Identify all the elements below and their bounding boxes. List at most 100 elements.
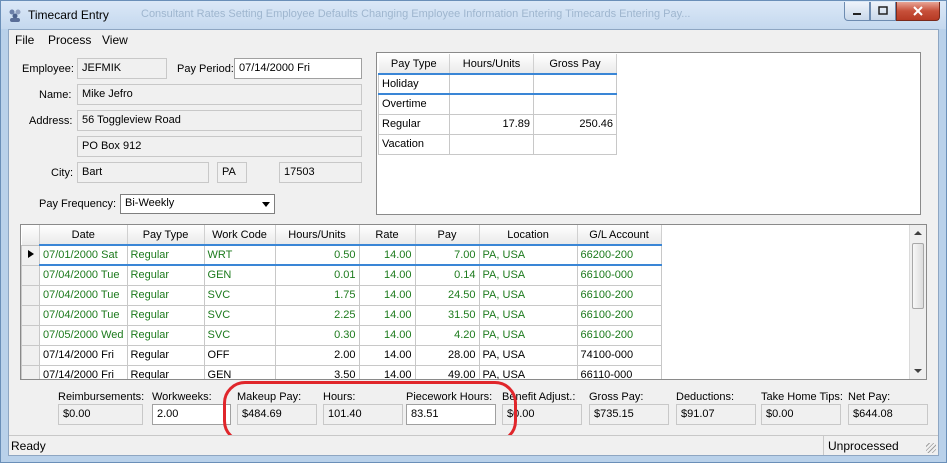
gross-pay-cell[interactable] bbox=[533, 93, 617, 115]
scrollbar-thumb[interactable] bbox=[912, 243, 924, 309]
table-row[interactable]: 07/05/2000 Wed Regular SVC 0.30 14.00 4.… bbox=[21, 324, 662, 346]
gross-pay-cell[interactable]: 250.46 bbox=[533, 113, 617, 135]
rate-cell[interactable]: 14.00 bbox=[358, 244, 416, 266]
rate-cell[interactable]: 14.00 bbox=[358, 364, 416, 379]
pay-type-cell[interactable]: Holiday bbox=[378, 73, 450, 95]
pay-type-col-header[interactable]: Pay Type bbox=[127, 225, 205, 246]
work-code-cell[interactable]: SVC bbox=[203, 284, 276, 306]
date-cell[interactable]: 07/14/2000 Fri bbox=[39, 364, 128, 379]
date-header[interactable]: Date bbox=[39, 225, 128, 246]
workweeks-field[interactable]: 2.00 bbox=[152, 404, 231, 425]
table-row[interactable]: 07/14/2000 Fri Regular OFF 2.00 14.00 28… bbox=[21, 344, 662, 366]
date-cell[interactable]: 07/04/2000 Tue bbox=[39, 264, 128, 286]
gl-account-cell[interactable]: 74100-000 bbox=[576, 344, 662, 366]
menu-file[interactable]: File bbox=[15, 33, 34, 47]
row-header[interactable] bbox=[21, 284, 40, 306]
table-row[interactable]: Vacation bbox=[378, 133, 617, 155]
menu-view[interactable]: View bbox=[102, 33, 128, 47]
hours-cell[interactable] bbox=[449, 133, 534, 155]
gross-pay-header[interactable]: Gross Pay bbox=[533, 54, 617, 75]
pay-period-field[interactable]: 07/14/2000 Fri bbox=[234, 58, 362, 79]
gl-account-header[interactable]: G/L Account bbox=[577, 225, 662, 246]
date-cell[interactable]: 07/04/2000 Tue bbox=[39, 304, 128, 326]
pay-type-header[interactable]: Pay Type bbox=[378, 54, 450, 75]
menu-process[interactable]: Process bbox=[48, 33, 91, 47]
maximize-button[interactable] bbox=[870, 2, 896, 21]
work-code-header[interactable]: Work Code bbox=[204, 225, 276, 246]
location-cell[interactable]: PA, USA bbox=[478, 364, 578, 379]
rate-cell[interactable]: 14.00 bbox=[358, 304, 416, 326]
table-row[interactable]: 07/14/2000 Fri Regular GEN 3.50 14.00 49… bbox=[21, 364, 662, 379]
gl-account-cell[interactable]: 66200-200 bbox=[576, 244, 662, 266]
timecard-vertical-scrollbar[interactable] bbox=[909, 225, 926, 379]
pay-cell[interactable]: 7.00 bbox=[414, 244, 480, 266]
pay-cell[interactable]: 49.00 bbox=[414, 364, 480, 379]
gl-account-cell[interactable]: 66110-000 bbox=[576, 364, 662, 379]
rate-cell[interactable]: 14.00 bbox=[358, 324, 416, 346]
location-cell[interactable]: PA, USA bbox=[478, 284, 578, 306]
work-code-cell[interactable]: SVC bbox=[203, 304, 276, 326]
gross-pay-cell[interactable] bbox=[533, 133, 617, 155]
hours-cell[interactable]: 0.01 bbox=[274, 264, 360, 286]
row-header[interactable] bbox=[21, 364, 40, 379]
work-code-cell[interactable]: WRT bbox=[203, 244, 276, 266]
date-cell[interactable]: 07/05/2000 Wed bbox=[39, 324, 128, 346]
location-cell[interactable]: PA, USA bbox=[478, 304, 578, 326]
scroll-down-icon[interactable] bbox=[914, 369, 922, 373]
pay-cell[interactable]: 0.14 bbox=[414, 264, 480, 286]
location-cell[interactable]: PA, USA bbox=[478, 344, 578, 366]
pay-type-cell[interactable]: Regular bbox=[126, 344, 205, 366]
table-row[interactable]: 07/04/2000 Tue Regular SVC 2.25 14.00 31… bbox=[21, 304, 662, 326]
current-row-indicator[interactable] bbox=[21, 244, 40, 266]
location-cell[interactable]: PA, USA bbox=[478, 264, 578, 286]
hours-units-header[interactable]: Hours/Units bbox=[449, 54, 534, 75]
pay-cell[interactable]: 28.00 bbox=[414, 344, 480, 366]
rate-cell[interactable]: 14.00 bbox=[358, 344, 416, 366]
gl-account-cell[interactable]: 66100-200 bbox=[576, 284, 662, 306]
pay-frequency-select[interactable]: Bi-Weekly bbox=[120, 194, 275, 214]
pay-type-cell[interactable]: Regular bbox=[126, 304, 205, 326]
pay-type-cell[interactable]: Regular bbox=[126, 284, 205, 306]
table-row[interactable]: 07/01/2000 Sat Regular WRT 0.50 14.00 7.… bbox=[21, 244, 662, 266]
hours-cell[interactable]: 0.30 bbox=[274, 324, 360, 346]
hours-cell[interactable]: 2.25 bbox=[274, 304, 360, 326]
date-cell[interactable]: 07/14/2000 Fri bbox=[39, 344, 128, 366]
pay-cell[interactable]: 4.20 bbox=[414, 324, 480, 346]
table-row[interactable]: Holiday bbox=[378, 73, 617, 95]
scroll-up-icon[interactable] bbox=[914, 231, 922, 235]
location-header[interactable]: Location bbox=[479, 225, 578, 246]
row-header[interactable] bbox=[21, 304, 40, 326]
row-header[interactable] bbox=[21, 324, 40, 346]
gl-account-cell[interactable]: 66100-000 bbox=[576, 264, 662, 286]
minimize-button[interactable] bbox=[844, 2, 870, 21]
table-row[interactable]: Regular 17.89 250.46 bbox=[378, 113, 617, 135]
location-cell[interactable]: PA, USA bbox=[478, 324, 578, 346]
hours-cell[interactable]: 0.50 bbox=[274, 244, 360, 266]
work-code-cell[interactable]: SVC bbox=[203, 324, 276, 346]
pay-type-cell[interactable]: Regular bbox=[126, 244, 205, 266]
work-code-cell[interactable]: GEN bbox=[203, 264, 276, 286]
rate-header[interactable]: Rate bbox=[359, 225, 416, 246]
pay-type-cell[interactable]: Regular bbox=[126, 324, 205, 346]
gl-account-cell[interactable]: 66100-200 bbox=[576, 324, 662, 346]
hours-cell[interactable] bbox=[449, 73, 534, 95]
pay-type-cell[interactable]: Vacation bbox=[378, 133, 450, 155]
rate-cell[interactable]: 14.00 bbox=[358, 264, 416, 286]
table-row[interactable]: 07/04/2000 Tue Regular GEN 0.01 14.00 0.… bbox=[21, 264, 662, 286]
title-bar[interactable]: Timecard Entry Consultant Rates Setting … bbox=[1, 1, 946, 29]
pay-cell[interactable]: 31.50 bbox=[414, 304, 480, 326]
pay-type-cell[interactable]: Regular bbox=[126, 364, 205, 379]
pay-type-cell[interactable]: Regular bbox=[378, 113, 450, 135]
table-row[interactable]: Overtime bbox=[378, 93, 617, 115]
hours-cell[interactable]: 3.50 bbox=[274, 364, 360, 379]
hours-cell[interactable]: 1.75 bbox=[274, 284, 360, 306]
date-cell[interactable]: 07/04/2000 Tue bbox=[39, 284, 128, 306]
pay-type-cell[interactable]: Regular bbox=[126, 264, 205, 286]
date-cell[interactable]: 07/01/2000 Sat bbox=[39, 244, 128, 266]
hours-cell[interactable] bbox=[449, 93, 534, 115]
row-header[interactable] bbox=[21, 264, 40, 286]
location-cell[interactable]: PA, USA bbox=[478, 244, 578, 266]
close-button[interactable] bbox=[896, 2, 940, 21]
work-code-cell[interactable]: GEN bbox=[203, 364, 276, 379]
work-code-cell[interactable]: OFF bbox=[203, 344, 276, 366]
